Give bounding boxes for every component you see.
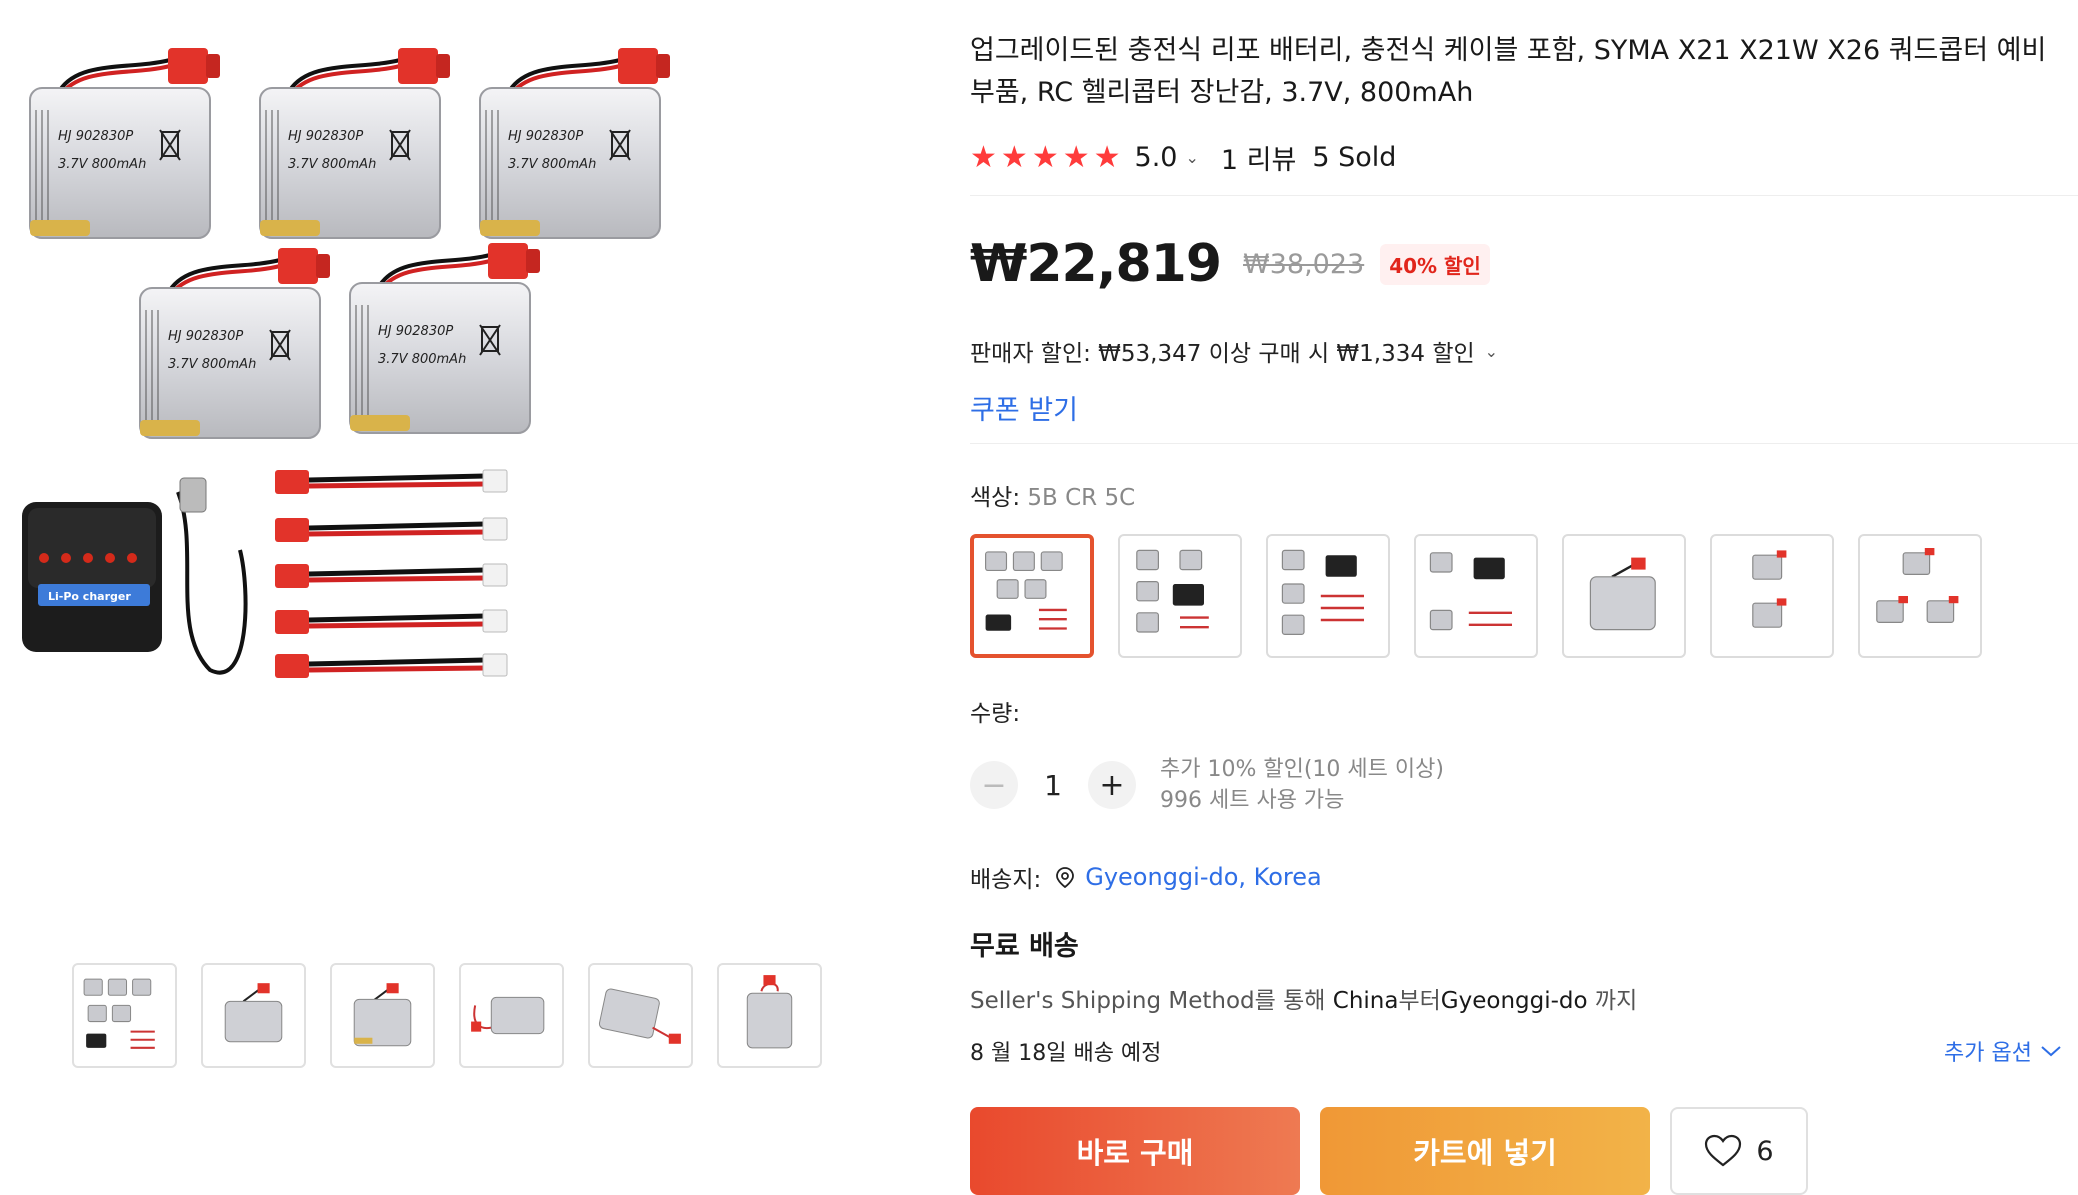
thumbnail-1[interactable] — [72, 963, 177, 1068]
more-options-label: 추가 옵션 — [1944, 1041, 2032, 1066]
heart-icon — [1705, 1134, 1742, 1167]
rating-stars: ★ ★ ★ ★ ★ — [970, 140, 1121, 175]
color-option-3[interactable] — [1266, 534, 1390, 658]
bulk-discount-text: 추가 10% 할인(10 세트 이상) — [1160, 757, 1444, 782]
chevron-down-icon[interactable]: ⌄ — [1185, 148, 1198, 167]
thumbnail-2[interactable] — [201, 963, 306, 1068]
star-icon: ★ — [1093, 140, 1121, 175]
discount-badge: 40% 할인 — [1380, 243, 1490, 285]
delivery-estimate: 8 월 18일 배송 예정 — [970, 1041, 1162, 1066]
thumbnail-3[interactable] — [330, 963, 435, 1068]
color-label: 색상: 5B CR 5C — [970, 478, 2070, 512]
thumbnail-strip — [72, 963, 822, 1068]
ship-to-row: 배송지: Gyeonggi-do, Korea — [970, 860, 2070, 894]
color-option-1[interactable] — [970, 534, 1094, 658]
ship-to-location-link[interactable]: Gyeonggi-do, Korea — [1085, 863, 1321, 891]
rating-value[interactable]: 5.0 — [1135, 142, 1178, 173]
battery-pack-image — [28, 46, 672, 440]
shipping-destination: Gyeonggi-do — [1440, 988, 1588, 1014]
get-coupon-link[interactable]: 쿠폰 받기 — [970, 388, 2070, 427]
product-title: 업그레이드된 충전식 리포 배터리, 충전식 케이블 포함, SYMA X21 … — [970, 35, 2047, 108]
cables-image — [275, 470, 507, 678]
shipping-origin: China — [1332, 988, 1399, 1014]
location-pin-icon — [1055, 866, 1075, 888]
seller-discount-text: 판매자 할인: ₩53,347 이상 구매 시 ₩1,334 할인 — [970, 341, 1475, 367]
star-icon: ★ — [1062, 140, 1090, 175]
color-swatches — [970, 534, 2070, 658]
main-product-image[interactable]: HJ 902830P 3.7V 800mAh Li-Po charger — [20, 30, 880, 930]
quantity-value[interactable]: 1 — [1018, 769, 1088, 802]
color-option-2[interactable] — [1118, 534, 1242, 658]
ship-to-label: 배송지: — [970, 867, 1042, 893]
original-price: ₩38,023 — [1243, 248, 1365, 280]
chevron-down-icon — [2041, 1046, 2061, 1057]
color-option-7[interactable] — [1858, 534, 1982, 658]
star-icon: ★ — [1000, 140, 1028, 175]
delivery-row: 8 월 18일 배송 예정 추가 옵션 — [970, 1035, 2062, 1067]
charger-image: Li-Po charger — [22, 477, 248, 675]
rating-row: ★ ★ ★ ★ ★ 5.0 ⌄ 1 리뷰 5 Sold — [970, 138, 2070, 177]
quantity-label: 수량: — [970, 701, 1021, 727]
action-buttons: 바로 구매 카트에 넣기 6 — [970, 1107, 2070, 1195]
shipping-method-pre: Seller's Shipping Method를 통해 — [970, 988, 1333, 1014]
product-info-panel: 업그레이드된 충전식 리포 배터리, 충전식 케이블 포함, SYMA X21 … — [970, 30, 2078, 1195]
free-shipping-title: 무료 배송 — [970, 931, 1079, 962]
divider — [970, 443, 2078, 444]
svg-text:Li-Po charger: Li-Po charger — [48, 590, 131, 603]
product-gallery: HJ 902830P 3.7V 800mAh Li-Po charger — [0, 0, 900, 1150]
seller-discount[interactable]: 판매자 할인: ₩53,347 이상 구매 시 ₩1,334 할인 ⌄ — [970, 334, 2070, 368]
color-option-4[interactable] — [1414, 534, 1538, 658]
thumbnail-6[interactable] — [717, 963, 822, 1068]
wishlist-count: 6 — [1756, 1135, 1774, 1167]
more-shipping-options[interactable]: 추가 옵션 — [1944, 1035, 2062, 1067]
current-price: ₩22,819 — [970, 234, 1222, 294]
thumbnail-4[interactable] — [459, 963, 564, 1068]
star-icon: ★ — [970, 140, 997, 175]
add-to-cart-button[interactable]: 카트에 넣기 — [1320, 1107, 1650, 1195]
divider — [970, 195, 2078, 196]
color-value: 5B CR 5C — [1027, 485, 1136, 511]
sold-count: 5 Sold — [1312, 142, 1397, 173]
quantity-decrease-button[interactable]: − — [970, 761, 1018, 809]
thumbnail-5[interactable] — [588, 963, 693, 1068]
price-row: ₩22,819 ₩38,023 40% 할인 — [970, 234, 2070, 294]
shipping-method-mid: 부터 — [1398, 988, 1441, 1014]
quantity-increase-button[interactable]: + — [1088, 761, 1136, 809]
buy-now-button[interactable]: 바로 구매 — [970, 1107, 1300, 1195]
shipping-method: Seller's Shipping Method를 통해 China부터Gyeo… — [970, 981, 2070, 1015]
quantity-info: 추가 10% 할인(10 세트 이상) 996 세트 사용 가능 — [1160, 754, 1444, 816]
chevron-down-icon[interactable]: ⌄ — [1485, 342, 1498, 361]
quantity-stepper: − 1 + 추가 10% 할인(10 세트 이상) 996 세트 사용 가능 — [970, 754, 2070, 816]
color-option-6[interactable] — [1710, 534, 1834, 658]
shipping-method-post: 까지 — [1587, 988, 1638, 1014]
review-count[interactable]: 1 리뷰 — [1221, 138, 1296, 177]
color-label-text: 색상: — [970, 485, 1021, 511]
color-option-5[interactable] — [1562, 534, 1686, 658]
star-icon: ★ — [1031, 140, 1059, 175]
available-stock-text: 996 세트 사용 가능 — [1160, 788, 1345, 813]
wishlist-button[interactable]: 6 — [1670, 1107, 1808, 1195]
